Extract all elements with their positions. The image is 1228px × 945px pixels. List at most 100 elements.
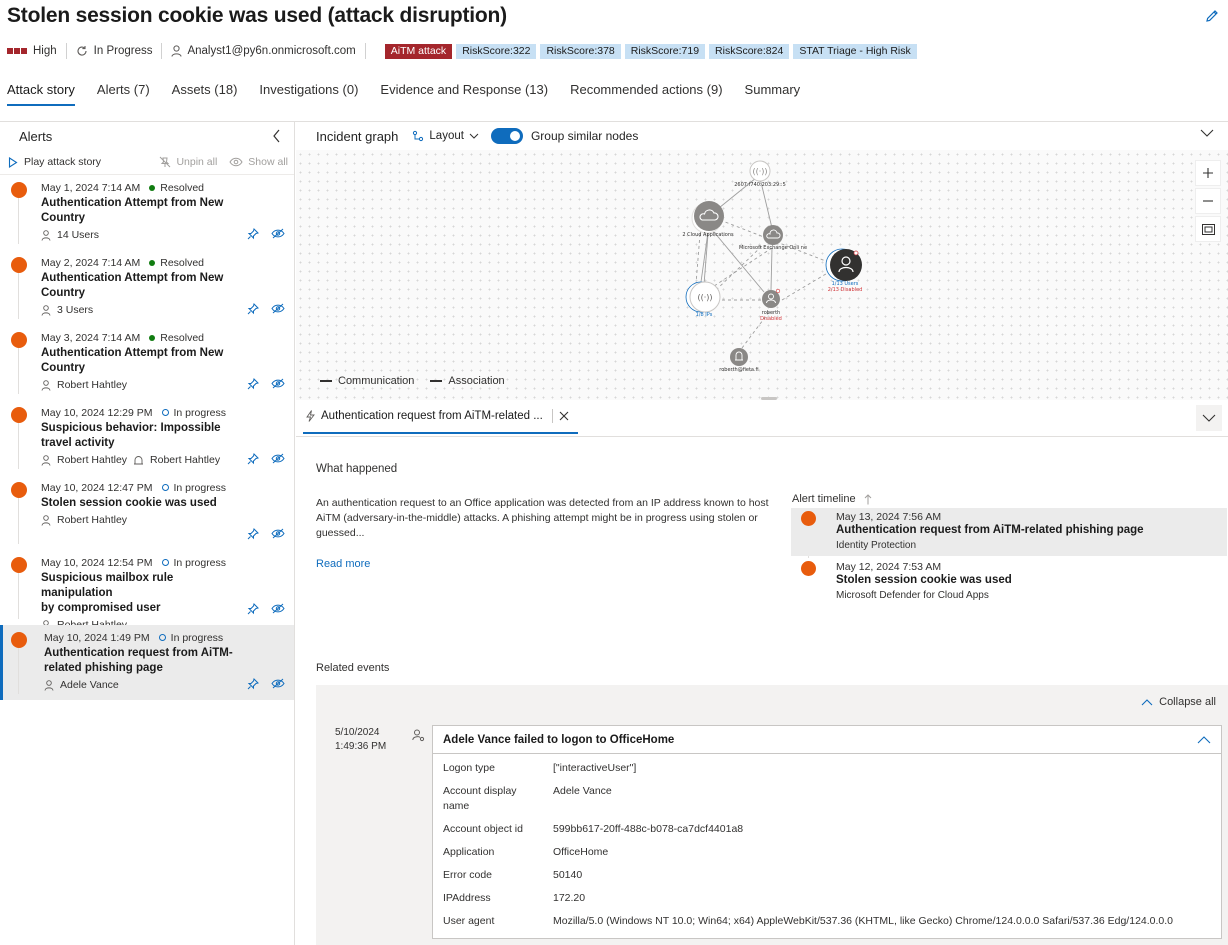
tab-recommended-actions[interactable]: Recommended actions (9) [570,82,722,106]
pin-button[interactable] [247,678,259,693]
alert-title-line: by compromised user [41,602,161,614]
layout-dropdown[interactable]: Layout [412,130,479,142]
alert-title: Stolen session cookie was used [41,496,241,511]
hide-button[interactable] [271,678,285,693]
alert-entity: Adele Vance [60,679,119,691]
group-similar-toggle[interactable] [490,128,523,144]
hide-icon [271,453,285,464]
alert-title-line: Country [41,287,86,299]
pin-button[interactable] [247,303,259,318]
alert-list-item[interactable]: May 10, 2024 12:54 PM In progress Suspicio… [0,550,294,631]
timeline-title: Stolen session cookie was used [836,574,1012,586]
timeline-item[interactable]: May 12, 2024 7:53 AM Stolen session cook… [791,558,1227,606]
graph-legend: Communication Association [320,375,505,387]
play-attack-story-button[interactable]: Play attack story [8,156,101,168]
alert-date: May 10, 2024 1:49 PM [44,631,150,644]
graph-node-users[interactable]: 1/13 Users 2/13 Disabled [825,248,862,293]
pin-button[interactable] [247,378,259,393]
event-property-key: Account object id [443,823,523,835]
chevron-left-icon[interactable] [272,129,282,143]
graph-node-roberth[interactable]: roberth Disabled [760,288,782,322]
tab-alerts[interactable]: Alerts (7) [97,82,150,106]
pin-icon [247,528,259,540]
alert-timeline-title: Alert timeline [792,493,856,505]
tab-summary[interactable]: Summary [745,82,801,106]
collapse-graph-icon[interactable] [1200,129,1214,138]
fit-icon [1201,223,1215,235]
expand-detail-button[interactable] [1196,405,1222,431]
graph-node-exchange[interactable]: Microsoft Exchange Onli ne [739,225,807,251]
graph-node-cloud-apps[interactable]: 2 Cloud Applications [682,201,734,238]
edit-icon[interactable] [1204,8,1220,24]
status-label[interactable]: In Progress [94,45,153,57]
related-events-panel: Collapse all 5/10/2024 1:49:36 PM Adele … [316,685,1228,945]
tab-assets[interactable]: Assets (18) [172,82,238,106]
hide-button[interactable] [271,453,285,468]
zoom-in-button[interactable] [1195,160,1221,186]
in-progress-status-icon [158,634,166,641]
in-progress-status-icon [161,409,169,416]
alert-list-item[interactable]: May 10, 2024 1:49 PM In progress Authentic… [0,625,294,700]
collapse-all-button[interactable]: Collapse all [1141,696,1216,708]
event-property-key: User agent [443,915,495,927]
zoom-out-button[interactable] [1195,188,1221,214]
alert-title-line: Suspicious behavior: Impossible [41,422,221,434]
read-more-link[interactable]: Read more [316,558,370,570]
event-card-header[interactable]: Adele Vance failed to logon to OfficeHom… [433,726,1221,754]
pin-button[interactable] [247,528,259,543]
pin-button[interactable] [247,453,259,468]
chevron-up-icon[interactable] [1197,735,1211,744]
event-property-row: IPAddress 172.20 [443,891,1211,906]
tab-evidence-response[interactable]: Evidence and Response (13) [380,82,548,106]
close-icon[interactable] [559,411,569,421]
alert-timeline-header[interactable]: Alert timeline [792,493,872,505]
hide-button[interactable] [271,528,285,543]
alert-list-item[interactable]: May 3, 2024 7:14 AM Resolved Authenticatio… [0,325,294,400]
layout-icon [413,130,424,142]
graph-node-label: 2607:f740:203:29::5 [734,182,786,188]
timeline-item[interactable]: May 13, 2024 7:56 AM Authentication requ… [791,508,1227,556]
tag: STAT Triage - High Risk [793,43,917,59]
hide-button[interactable] [271,228,285,243]
alert-date: May 10, 2024 12:54 PM [41,556,153,569]
alert-status: In progress [173,481,227,494]
graph-node-ips[interactable]: ((·)) 1/8 IPs [685,281,721,318]
alert-date: May 3, 2024 7:14 AM [41,331,141,344]
alerts-panel: Alerts Play attack story Unpin all Show … [0,122,295,945]
incident-graph[interactable]: ((·)) 2607:f740:203:29::5 2 Cloud Applic… [296,150,1228,400]
hide-button[interactable] [271,303,285,318]
event-date: 5/10/2024 [335,727,380,738]
hide-icon [271,603,285,614]
chevron-down-icon [1202,414,1216,422]
alert-list-item[interactable]: May 10, 2024 12:29 PM In progress Suspicio… [0,400,294,475]
graph-node-mailbox[interactable]: roberth@fieta.fi [719,348,759,373]
event-time: 1:49:36 PM [335,741,387,752]
tab-investigations[interactable]: Investigations (0) [259,82,358,106]
pin-button[interactable] [247,228,259,243]
svg-text:((·)): ((·)) [752,167,767,176]
alert-list-item[interactable]: May 10, 2024 12:47 PM In progress Stolen s… [0,475,294,550]
person-icon [41,454,51,466]
layout-label: Layout [429,130,464,142]
hide-button[interactable] [271,378,285,393]
alert-detail-tab[interactable]: Authentication request from AiTM-related… [303,400,578,434]
alert-entity: Robert Hahtley [150,454,221,466]
alert-list-item[interactable]: May 2, 2024 7:14 AM Resolved Authenticatio… [0,250,294,325]
pin-button[interactable] [247,603,259,618]
event-property-row: Account display name Adele Vance [443,784,1211,814]
alert-title-line: Suspicious mailbox rule manipulation [41,572,174,599]
hide-button[interactable] [271,603,285,618]
fit-to-screen-button[interactable] [1195,216,1221,242]
unpin-all-button[interactable]: Unpin all [159,156,217,168]
tab-attack-story[interactable]: Attack story [7,82,75,106]
alert-list-item[interactable]: May 1, 2024 7:14 AM Resolved Authenticatio… [0,175,294,250]
event-property-row: Application OfficeHome [443,845,1211,860]
unpin-all-label: Unpin all [176,156,218,168]
minus-icon [1203,200,1213,202]
show-all-button[interactable]: Show all [229,156,288,168]
play-label: Play attack story [24,156,102,168]
graph-node-ip[interactable]: ((·)) 2607:f740:203:29::5 [734,160,786,188]
incident-tags: AiTM attack RiskScore:322 RiskScore:378 … [384,43,917,59]
assignee-label[interactable]: Analyst1@py6n.onmicrosoft.com [187,45,355,57]
alert-entity: Robert Hahtley [57,379,128,391]
